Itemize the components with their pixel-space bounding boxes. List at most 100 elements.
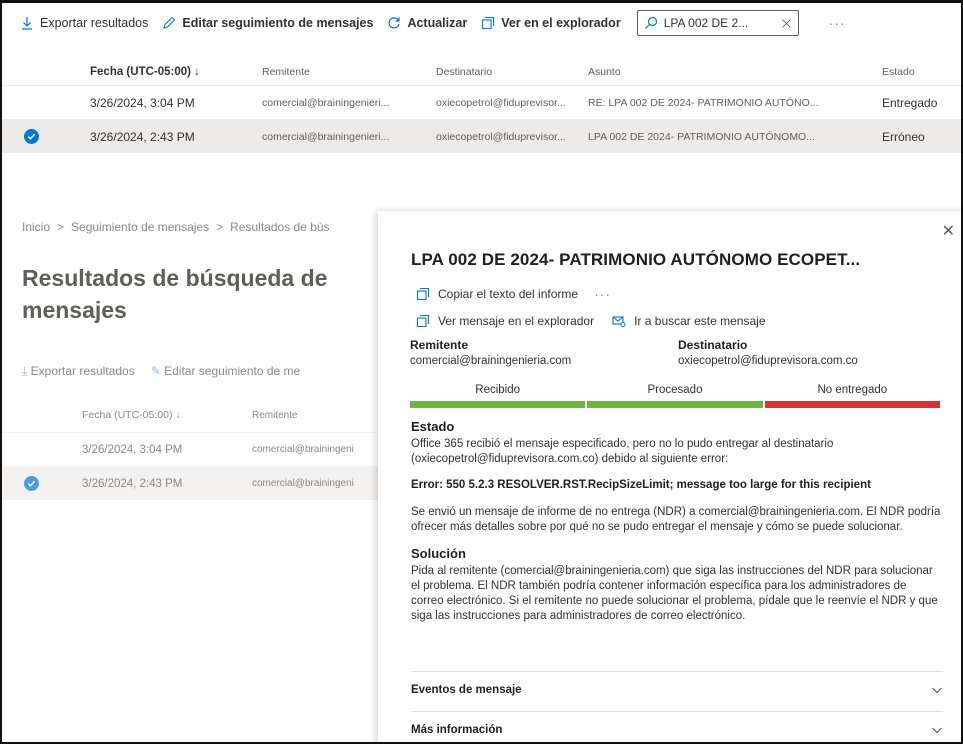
more-info-label: Más información (411, 723, 503, 736)
copy-icon (416, 287, 430, 301)
error-text: Error: 550 5.2.3 RESOLVER.RST.RecipSizeL… (411, 479, 871, 491)
search-input[interactable]: LPA 002 DE 2... (664, 16, 775, 30)
recipient-label: Destinatario (678, 338, 748, 352)
row-subject: RE: LPA 002 DE 2024- PATRIMONIO AUTÓNO..… (588, 96, 819, 109)
export-results-label: Exportar resultados (40, 16, 149, 30)
stage-received: Recibido (410, 384, 586, 408)
search-box[interactable]: LPA 002 DE 2... (636, 10, 799, 36)
panel-content: Estado Office 365 recibió el mensaje esp… (411, 419, 941, 635)
results-table: Fecha (UTC-05:00) ↓ Remitente Destinatar… (2, 59, 961, 153)
panel-actions-row1: Copiar el texto del informe ··· (416, 286, 611, 302)
open-window-icon (416, 314, 430, 328)
delivery-progress: Recibido Procesado No entregado (410, 384, 940, 408)
view-message-explorer-button[interactable]: Ver mensaje en el explorador (416, 314, 594, 328)
background-edit-button[interactable]: ✎ Editar seguimiento de me (151, 364, 300, 379)
message-details-panel: ✕ LPA 002 DE 2024- PATRIMONIO AUTÓNOMO E… (378, 211, 961, 742)
bg-column-header-sender: Remitente (252, 409, 298, 421)
column-header-recipient[interactable]: Destinatario (436, 66, 588, 78)
refresh-icon (388, 17, 401, 29)
selected-check-icon (24, 476, 39, 491)
view-in-explorer-button[interactable]: Ver en el explorador (481, 16, 621, 30)
copy-report-button[interactable]: Copiar el texto del informe (416, 287, 578, 301)
panel-title: LPA 002 DE 2024- PATRIMONIO AUTÓNOMO ECO… (411, 250, 861, 269)
stage-label: Procesado (647, 384, 703, 396)
bg-row-date: 3/26/2024, 2:43 PM (82, 477, 183, 490)
table-row[interactable]: 3/26/2024, 3:04 PM comercial@brainingeni (2, 432, 382, 466)
panel-more-button[interactable]: ··· (594, 286, 611, 302)
column-header-sender[interactable]: Remitente (262, 66, 436, 78)
bg-column-header-date: Fecha (UTC-05:00) ↓ (82, 409, 181, 421)
bg-row-sender: comercial@brainingeni (252, 478, 354, 489)
row-sender: comercial@brainingenieri... (262, 96, 390, 109)
row-subject: LPA 002 DE 2024- PATRIMONIO AUTÓNOMO... (588, 130, 815, 143)
table-header: Fecha (UTC-05:00) ↓ Remitente Destinatar… (2, 59, 961, 85)
recipient-value: oxiecopetrol@fiduprevisora.com.co (678, 355, 858, 367)
panel-actions-row2: Ver mensaje en el explorador Ir a buscar… (416, 314, 766, 328)
search-icon (644, 16, 657, 29)
clear-search-icon[interactable] (781, 18, 792, 29)
sender-value: comercial@brainingenieria.com (410, 355, 572, 367)
status-text: Office 365 recibió el mensaje especifica… (411, 438, 834, 465)
stage-bar (764, 401, 940, 408)
pencil-icon (163, 16, 176, 29)
chevron-down-icon (932, 727, 942, 733)
status-heading: Estado (411, 419, 455, 434)
page-title-line2: mensajes (22, 297, 127, 323)
stage-label: Recibido (475, 384, 521, 396)
page-title-line1: Resultados de búsqueda de (22, 265, 328, 291)
more-options-button[interactable]: ··· (829, 15, 846, 31)
stage-bar (410, 401, 586, 408)
more-info-accordion[interactable]: Más información (411, 711, 943, 742)
breadcrumb-home[interactable]: Inicio (22, 220, 50, 234)
view-in-explorer-label: Ver en el explorador (501, 16, 621, 30)
breadcrumb-separator: > (57, 220, 65, 234)
message-events-accordion[interactable]: Eventos de mensaje (411, 671, 943, 707)
bg-row-date: 3/26/2024, 3:04 PM (82, 443, 183, 456)
find-message-label: Ir a buscar este mensaje (634, 314, 766, 328)
view-message-explorer-label: Ver mensaje en el explorador (438, 314, 595, 328)
column-header-date[interactable]: Fecha (UTC-05:00) ↓ (90, 66, 262, 78)
find-message-button[interactable]: Ir a buscar este mensaje (612, 314, 766, 328)
download-icon (22, 17, 32, 30)
background-command-bar: ⤓ Exportar resultados ✎ Editar seguimien… (22, 364, 300, 379)
refresh-label: Actualizar (407, 16, 468, 30)
column-header-status[interactable]: Estado (882, 66, 961, 78)
table-row[interactable]: 3/26/2024, 3:04 PM comercial@brainingeni… (2, 85, 961, 119)
window-frame: Exportar resultados Editar seguimiento d… (0, 0, 963, 744)
selected-check-icon[interactable] (24, 129, 39, 144)
stage-not-delivered: No entregado (764, 384, 940, 408)
breadcrumb-message-trace[interactable]: Seguimiento de mensajes (71, 220, 209, 234)
edit-tracking-label: Editar seguimiento de mensajes (182, 16, 374, 30)
recipient-column: Destinatario oxiecopetrol@fiduprevisora.… (678, 338, 858, 367)
solution-text: Pida al remitente (comercial@brainingeni… (411, 565, 938, 622)
stage-bar (587, 401, 763, 408)
breadcrumb: Inicio > Seguimiento de mensajes > Resul… (22, 220, 330, 234)
breadcrumb-results: Resultados de bús (230, 220, 330, 234)
row-status: Entregado (882, 95, 938, 110)
close-icon[interactable]: ✕ (942, 221, 955, 241)
command-bar: Exportar resultados Editar seguimiento d… (20, 9, 846, 37)
breadcrumb-separator: > (216, 220, 224, 234)
background-export-button[interactable]: ⤓ Exportar resultados (22, 364, 135, 379)
row-recipient: oxiecopetrol@fiduprevisor... (436, 130, 566, 143)
column-header-subject[interactable]: Asunto (588, 66, 882, 78)
row-sender: comercial@brainingenieri... (262, 130, 390, 143)
refresh-button[interactable]: Actualizar (387, 16, 467, 30)
page-title: Resultados de búsqueda de mensajes (22, 262, 382, 326)
row-recipient: oxiecopetrol@fiduprevisor... (436, 96, 566, 109)
edit-tracking-button[interactable]: Editar seguimiento de mensajes (162, 16, 373, 30)
open-window-icon (482, 16, 495, 30)
export-results-button[interactable]: Exportar resultados (20, 16, 148, 30)
bg-row-sender: comercial@brainingeni (252, 444, 354, 455)
row-status: Erróneo (882, 129, 925, 144)
row-date: 3/26/2024, 2:43 PM (90, 129, 195, 144)
chevron-down-icon (932, 687, 942, 693)
ndr-text: Se envió un mensaje de informe de no ent… (411, 506, 941, 533)
solution-heading: Solución (411, 546, 466, 561)
table-row-selected[interactable]: 3/26/2024, 2:43 PM comercial@brainingeni… (2, 119, 961, 153)
stage-label: No entregado (817, 384, 888, 396)
stage-processed: Procesado (587, 384, 763, 408)
mail-search-icon (612, 316, 626, 327)
sender-column: Remitente comercial@brainingenieria.com (410, 338, 571, 367)
table-row-selected[interactable]: 3/26/2024, 2:43 PM comercial@brainingeni (2, 466, 382, 500)
